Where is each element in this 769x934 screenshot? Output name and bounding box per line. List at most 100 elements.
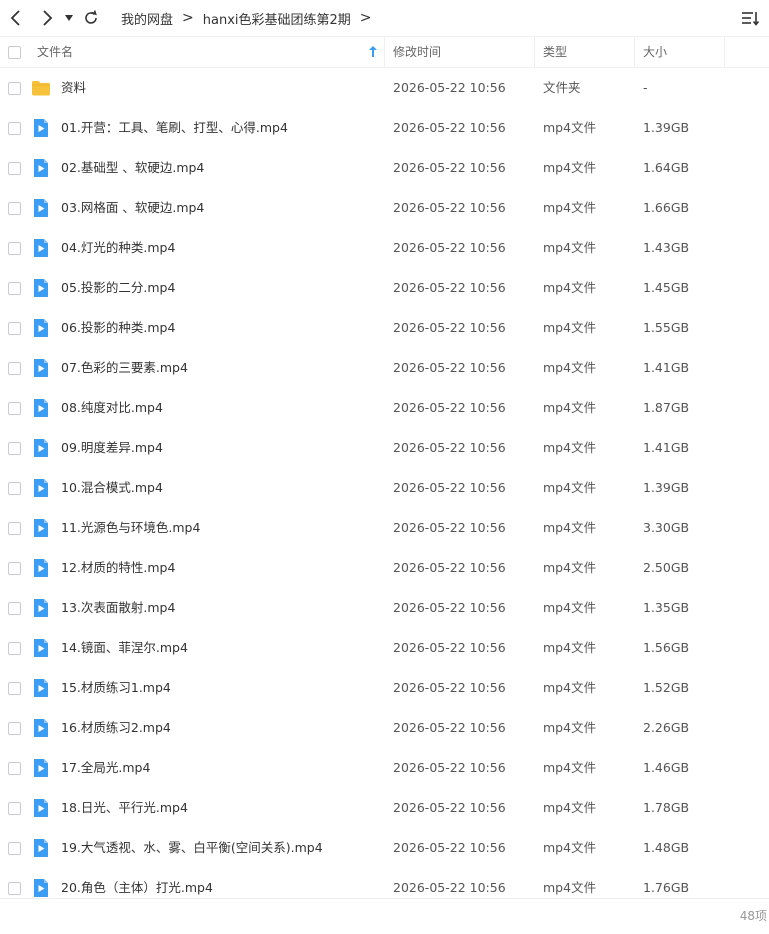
file-name[interactable]: 09.明度差异.mp4 bbox=[61, 428, 163, 468]
file-row[interactable]: 18.日光、平行光.mp4 2026-05-22 10:56 mp4文件 1.78GB bbox=[0, 788, 769, 828]
file-name[interactable]: 14.镜面、菲涅尔.mp4 bbox=[61, 628, 188, 668]
row-checkbox[interactable] bbox=[8, 762, 21, 775]
file-type: mp4文件 bbox=[543, 320, 597, 335]
forward-arrow-icon[interactable] bbox=[37, 8, 57, 28]
file-row[interactable]: 10.混合模式.mp4 2026-05-22 10:56 mp4文件 1.39GB bbox=[0, 468, 769, 508]
file-name[interactable]: 06.投影的种类.mp4 bbox=[61, 308, 175, 348]
file-type: mp4文件 bbox=[543, 680, 597, 695]
file-modified-date: 2026-05-22 10:56 bbox=[393, 760, 506, 775]
row-checkbox[interactable] bbox=[8, 602, 21, 615]
file-name[interactable]: 10.混合模式.mp4 bbox=[61, 468, 163, 508]
file-row[interactable]: 05.投影的二分.mp4 2026-05-22 10:56 mp4文件 1.45GB bbox=[0, 268, 769, 308]
video-file-icon bbox=[31, 878, 51, 898]
file-row[interactable]: 12.材质的特性.mp4 2026-05-22 10:56 mp4文件 2.50GB bbox=[0, 548, 769, 588]
file-row[interactable]: 07.色彩的三要素.mp4 2026-05-22 10:56 mp4文件 1.41GB bbox=[0, 348, 769, 388]
column-header-type[interactable]: 类型 bbox=[543, 37, 567, 67]
file-name[interactable]: 08.纯度对比.mp4 bbox=[61, 388, 163, 428]
row-checkbox[interactable] bbox=[8, 282, 21, 295]
refresh-icon[interactable] bbox=[81, 8, 101, 28]
file-row[interactable]: 资料 2026-05-22 10:56 文件夹 - bbox=[0, 68, 769, 108]
row-checkbox[interactable] bbox=[8, 242, 21, 255]
file-name[interactable]: 17.全局光.mp4 bbox=[61, 748, 150, 788]
breadcrumb-root[interactable]: 我的网盘 bbox=[121, 9, 173, 28]
row-checkbox[interactable] bbox=[8, 482, 21, 495]
file-row[interactable]: 04.灯光的种类.mp4 2026-05-22 10:56 mp4文件 1.43GB bbox=[0, 228, 769, 268]
file-list-header: 文件名 修改时间 类型 大小 bbox=[0, 36, 769, 68]
row-checkbox[interactable] bbox=[8, 82, 21, 95]
dropdown-caret-icon[interactable] bbox=[60, 8, 78, 28]
column-header-modified[interactable]: 修改时间 bbox=[393, 37, 441, 67]
file-size: 1.87GB bbox=[643, 400, 690, 415]
breadcrumb-separator[interactable]: > bbox=[360, 10, 372, 26]
file-type: mp4文件 bbox=[543, 360, 597, 375]
row-checkbox[interactable] bbox=[8, 882, 21, 895]
row-checkbox[interactable] bbox=[8, 682, 21, 695]
file-row[interactable]: 13.次表面散射.mp4 2026-05-22 10:56 mp4文件 1.35GB bbox=[0, 588, 769, 628]
row-checkbox[interactable] bbox=[8, 562, 21, 575]
video-file-icon bbox=[31, 838, 51, 858]
folder-icon bbox=[31, 78, 51, 98]
file-name[interactable]: 16.材质练习2.mp4 bbox=[61, 708, 171, 748]
file-name[interactable]: 07.色彩的三要素.mp4 bbox=[61, 348, 188, 388]
row-checkbox[interactable] bbox=[8, 162, 21, 175]
file-name[interactable]: 01.开营：工具、笔刷、打型、心得.mp4 bbox=[61, 108, 288, 148]
file-size: 2.26GB bbox=[643, 720, 690, 735]
row-checkbox[interactable] bbox=[8, 722, 21, 735]
sort-list-icon[interactable] bbox=[741, 9, 760, 27]
row-checkbox[interactable] bbox=[8, 122, 21, 135]
row-checkbox[interactable] bbox=[8, 442, 21, 455]
video-file-icon bbox=[31, 558, 51, 578]
column-header-size[interactable]: 大小 bbox=[643, 37, 667, 67]
breadcrumb-separator: > bbox=[182, 10, 194, 26]
row-checkbox[interactable] bbox=[8, 802, 21, 815]
file-name[interactable]: 03.网格面 、软硬边.mp4 bbox=[61, 188, 204, 228]
column-divider[interactable] bbox=[634, 37, 635, 67]
row-checkbox[interactable] bbox=[8, 322, 21, 335]
file-size: 2.50GB bbox=[643, 560, 690, 575]
file-row[interactable]: 14.镜面、菲涅尔.mp4 2026-05-22 10:56 mp4文件 1.56GB bbox=[0, 628, 769, 668]
file-row[interactable]: 06.投影的种类.mp4 2026-05-22 10:56 mp4文件 1.55GB bbox=[0, 308, 769, 348]
file-name[interactable]: 12.材质的特性.mp4 bbox=[61, 548, 175, 588]
file-row[interactable]: 11.光源色与环境色.mp4 2026-05-22 10:56 mp4文件 3.30G… bbox=[0, 508, 769, 548]
file-type: mp4文件 bbox=[543, 800, 597, 815]
file-name[interactable]: 05.投影的二分.mp4 bbox=[61, 268, 175, 308]
row-checkbox[interactable] bbox=[8, 202, 21, 215]
file-row[interactable]: 03.网格面 、软硬边.mp4 2026-05-22 10:56 mp4文件 1.66… bbox=[0, 188, 769, 228]
file-row[interactable]: 16.材质练习2.mp4 2026-05-22 10:56 mp4文件 2.26GB bbox=[0, 708, 769, 748]
video-file-icon bbox=[31, 438, 51, 458]
file-modified-date: 2026-05-22 10:56 bbox=[393, 360, 506, 375]
row-checkbox[interactable] bbox=[8, 402, 21, 415]
video-file-icon bbox=[31, 638, 51, 658]
file-name[interactable]: 02.基础型 、软硬边.mp4 bbox=[61, 148, 204, 188]
column-divider[interactable] bbox=[724, 37, 725, 67]
column-header-name[interactable]: 文件名 bbox=[37, 37, 73, 67]
video-file-icon bbox=[31, 398, 51, 418]
file-row[interactable]: 19.大气透视、水、雾、白平衡(空间关系).mp4 2026-05-22 10:5… bbox=[0, 828, 769, 868]
row-checkbox[interactable] bbox=[8, 642, 21, 655]
file-type: mp4文件 bbox=[543, 520, 597, 535]
file-name[interactable]: 18.日光、平行光.mp4 bbox=[61, 788, 188, 828]
file-name[interactable]: 13.次表面散射.mp4 bbox=[61, 588, 175, 628]
file-row[interactable]: 15.材质练习1.mp4 2026-05-22 10:56 mp4文件 1.52GB bbox=[0, 668, 769, 708]
select-all-checkbox[interactable] bbox=[8, 46, 21, 59]
row-checkbox[interactable] bbox=[8, 362, 21, 375]
file-row[interactable]: 02.基础型 、软硬边.mp4 2026-05-22 10:56 mp4文件 1.64… bbox=[0, 148, 769, 188]
column-divider[interactable] bbox=[534, 37, 535, 67]
file-row[interactable]: 17.全局光.mp4 2026-05-22 10:56 mp4文件 1.46GB bbox=[0, 748, 769, 788]
column-divider[interactable] bbox=[384, 37, 385, 67]
file-row[interactable]: 08.纯度对比.mp4 2026-05-22 10:56 mp4文件 1.87GB bbox=[0, 388, 769, 428]
sort-ascending-arrow-icon[interactable] bbox=[369, 46, 377, 60]
file-name[interactable]: 11.光源色与环境色.mp4 bbox=[61, 508, 200, 548]
breadcrumb-current-folder[interactable]: hanxi色彩基础团练第2期 bbox=[203, 9, 351, 28]
row-checkbox[interactable] bbox=[8, 522, 21, 535]
file-row[interactable]: 09.明度差异.mp4 2026-05-22 10:56 mp4文件 1.41GB bbox=[0, 428, 769, 468]
file-name[interactable]: 15.材质练习1.mp4 bbox=[61, 668, 171, 708]
file-name[interactable]: 资料 bbox=[61, 68, 86, 108]
back-arrow-icon[interactable] bbox=[6, 8, 26, 28]
file-modified-date: 2026-05-22 10:56 bbox=[393, 800, 506, 815]
file-name[interactable]: 04.灯光的种类.mp4 bbox=[61, 228, 175, 268]
file-row[interactable]: 01.开营：工具、笔刷、打型、心得.mp4 2026-05-22 10:56 mp4… bbox=[0, 108, 769, 148]
row-checkbox[interactable] bbox=[8, 842, 21, 855]
file-type: mp4文件 bbox=[543, 200, 597, 215]
file-name[interactable]: 19.大气透视、水、雾、白平衡(空间关系).mp4 bbox=[61, 828, 323, 868]
